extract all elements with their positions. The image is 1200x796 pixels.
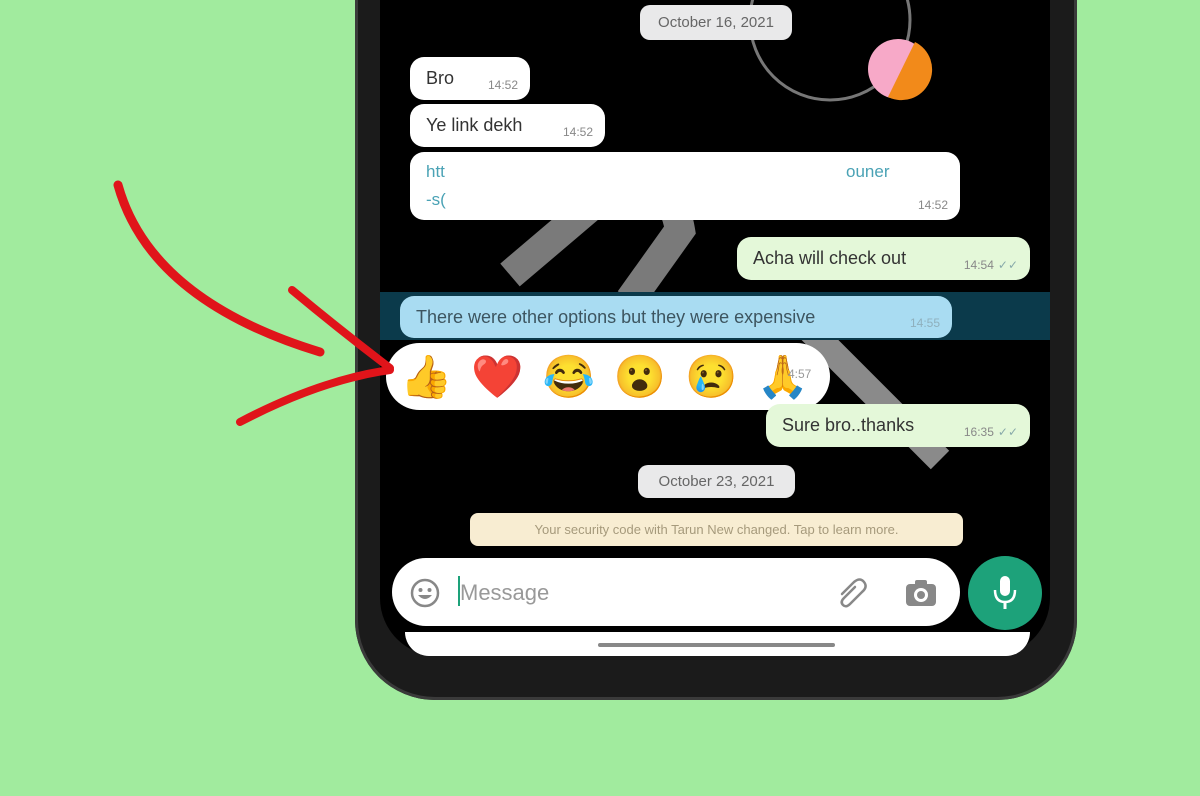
message-input[interactable]: Message bbox=[460, 580, 549, 606]
message-time: 14:52 bbox=[562, 125, 593, 139]
reaction-wow[interactable]: 😮 bbox=[614, 355, 666, 398]
message-time: 4:57 bbox=[788, 367, 812, 381]
reaction-picker: 👍 ❤️ 😂 😮 😢 🙏 4:57 bbox=[386, 343, 830, 410]
link-text-start[interactable]: htt bbox=[426, 162, 445, 182]
link-text-end[interactable]: ouner bbox=[846, 162, 889, 182]
message-text: Bro bbox=[426, 68, 455, 88]
voice-record-button[interactable] bbox=[968, 556, 1042, 630]
message-meta: 16:35 ✓✓ bbox=[964, 425, 1018, 439]
reaction-sad[interactable]: 😢 bbox=[685, 355, 737, 398]
security-notice[interactable]: Your security code with Tarun New change… bbox=[470, 513, 963, 546]
message-bubble[interactable]: Ye link dekh 14:52 bbox=[410, 104, 605, 147]
message-time: 14:52 bbox=[917, 198, 948, 212]
reaction-laugh[interactable]: 😂 bbox=[543, 355, 595, 398]
date-divider: October 23, 2021 bbox=[638, 465, 795, 498]
read-ticks-icon: ✓✓ bbox=[997, 258, 1018, 272]
message-meta: 14:54 ✓✓ bbox=[964, 258, 1018, 272]
navigation-bar bbox=[405, 632, 1030, 656]
message-composer: Message bbox=[392, 558, 960, 626]
red-arrow-annotation bbox=[113, 180, 394, 426]
home-indicator[interactable] bbox=[598, 643, 835, 647]
read-ticks-icon: ✓✓ bbox=[997, 425, 1018, 439]
message-bubble-outgoing[interactable]: Sure bro..thanks 16:35 ✓✓ bbox=[766, 404, 1030, 447]
message-bubble-outgoing[interactable]: Acha will check out 14:54 ✓✓ bbox=[737, 237, 1030, 280]
emoji-icon[interactable] bbox=[410, 578, 440, 608]
message-bubble[interactable]: Bro 14:52 bbox=[410, 57, 530, 100]
message-text: Sure bro..thanks bbox=[782, 415, 915, 435]
message-time: 14:52 bbox=[487, 78, 518, 92]
mic-icon bbox=[993, 576, 1017, 609]
link-message-bubble[interactable]: htt ouner -s( 14:52 bbox=[410, 152, 960, 220]
message-time: 14:54 bbox=[963, 258, 994, 272]
message-text: There were other options but they were e… bbox=[416, 306, 816, 327]
link-text-line2[interactable]: -s( bbox=[426, 190, 446, 210]
reaction-heart[interactable]: ❤️ bbox=[471, 355, 523, 398]
camera-icon[interactable] bbox=[904, 578, 938, 608]
message-text: Ye link dekh bbox=[426, 115, 523, 135]
message-time: 14:55 bbox=[909, 316, 940, 330]
message-time: 16:35 bbox=[963, 425, 994, 439]
message-text: Acha will check out bbox=[753, 248, 907, 268]
date-divider: October 16, 2021 bbox=[640, 5, 792, 40]
attach-icon[interactable] bbox=[834, 576, 870, 610]
message-bubble-selected[interactable]: There were other options but they were e… bbox=[400, 296, 952, 338]
